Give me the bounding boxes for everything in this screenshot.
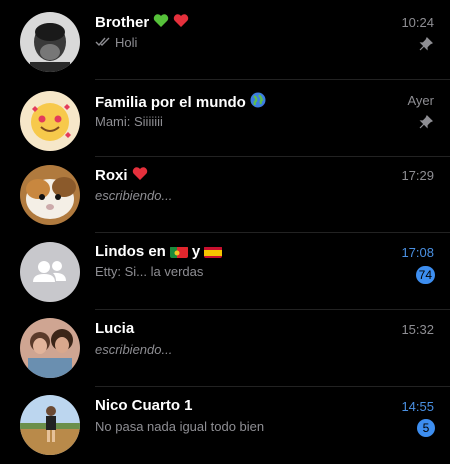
avatar (20, 242, 80, 302)
unread-badge: 74 (415, 266, 435, 284)
unread-badge: 5 (417, 419, 435, 437)
avatar (20, 165, 80, 225)
globe-icon (250, 92, 266, 112)
chat-list: Brother Holi 10:24 Familia por el mundo … (0, 0, 450, 455)
chat-row-lucia[interactable]: Lucia escribiendo... 15:32 (0, 310, 450, 387)
chat-preview: Etty: Si... la verdas (95, 264, 204, 279)
chat-name: Brother (95, 13, 189, 32)
red-heart-icon (132, 166, 148, 185)
portugal-flag-icon (169, 246, 188, 258)
chat-preview: escribiendo... (95, 188, 173, 203)
chat-time: Ayer (407, 93, 435, 108)
chat-name: Familia por el mundo (95, 92, 266, 112)
chat-row-lindos[interactable]: Lindos en y Etty: Si... la verdas 17:08 … (0, 233, 450, 310)
chat-row-familia[interactable]: Familia por el mundo Mami: Siiiiiii Ayer (0, 80, 450, 157)
red-heart-icon (173, 13, 189, 32)
chat-name: Lindos en y (95, 243, 223, 260)
avatar (20, 91, 80, 151)
pin-icon (419, 36, 434, 56)
chat-preview: escribiendo... (95, 342, 173, 357)
pin-icon (419, 114, 434, 134)
chat-name: Nico Cuarto 1 (95, 397, 193, 414)
chat-row-roxi[interactable]: Roxi escribiendo... 17:29 (0, 157, 450, 234)
double-check-icon (95, 35, 111, 50)
chat-name: Roxi (95, 166, 148, 185)
chat-time: 15:32 (401, 322, 434, 337)
chat-time: 17:29 (401, 168, 434, 183)
chat-row-nico[interactable]: Nico Cuarto 1 No pasa nada igual todo bi… (0, 387, 450, 464)
avatar (20, 12, 80, 72)
chat-time: 10:24 (401, 15, 434, 30)
chat-row-brother[interactable]: Brother Holi 10:24 (0, 0, 450, 77)
chat-time: 17:08 (401, 245, 434, 260)
chat-preview: No pasa nada igual todo bien (95, 419, 265, 434)
green-heart-icon (153, 13, 169, 32)
chat-time: 14:55 (401, 399, 434, 414)
spain-flag-icon (204, 246, 223, 258)
chat-name: Lucia (95, 320, 135, 337)
chat-preview: Mami: Siiiiiii (95, 114, 163, 129)
avatar (20, 395, 80, 455)
chat-preview: Holi (95, 35, 137, 50)
avatar (20, 318, 80, 378)
